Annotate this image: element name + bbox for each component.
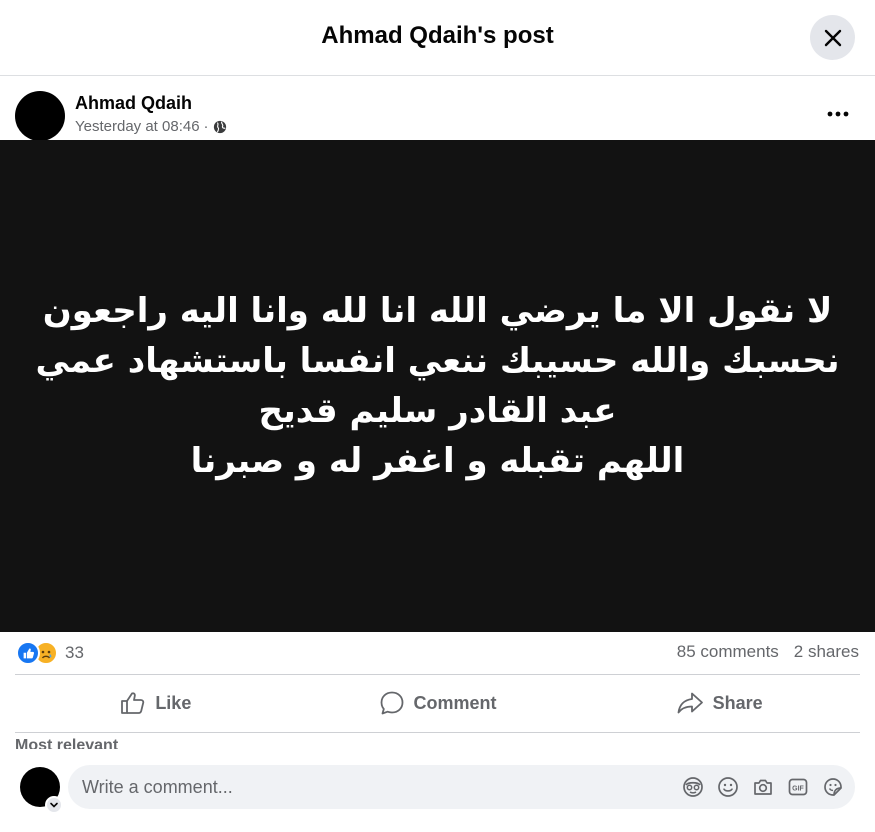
shares-count-link[interactable]: 2 shares xyxy=(794,642,859,662)
sticker-button[interactable] xyxy=(821,775,845,799)
gif-icon: GIF xyxy=(788,778,808,796)
comment-button[interactable]: Comment xyxy=(297,675,579,731)
svg-text:GIF: GIF xyxy=(792,786,804,793)
stats-right: 85 comments 2 shares xyxy=(677,642,859,662)
camera-icon xyxy=(754,779,772,795)
globe-icon[interactable] xyxy=(213,120,227,134)
dialog-header: Ahmad Qdaih's post xyxy=(0,0,875,76)
post-timestamp[interactable]: Yesterday at 08:46 xyxy=(75,118,200,135)
comment-input-container: GIF xyxy=(68,765,855,809)
sticker-icon xyxy=(824,778,842,796)
comment-input[interactable] xyxy=(82,765,662,809)
like-label: Like xyxy=(155,692,192,713)
share-icon xyxy=(677,692,703,714)
comment-sort-dropdown[interactable]: Most relevant xyxy=(15,737,118,749)
close-button[interactable] xyxy=(810,15,855,60)
composer-tools: GIF xyxy=(681,775,845,799)
emoji-button[interactable] xyxy=(716,775,740,799)
post-image[interactable]: لا نقول الا ما يرضي الله انا لله وانا ال… xyxy=(0,140,875,632)
like-button[interactable]: Like xyxy=(15,675,297,731)
more-options-button[interactable] xyxy=(818,100,858,128)
divider-bottom xyxy=(15,732,860,733)
post-actions: Like Comment Share xyxy=(15,675,860,731)
share-button[interactable]: Share xyxy=(578,675,860,731)
like-reaction-icon xyxy=(16,641,40,665)
avatar-sticker-button[interactable] xyxy=(681,775,705,799)
reaction-count: 33 xyxy=(65,643,84,662)
comment-composer: GIF xyxy=(0,752,875,832)
chevron-down-icon xyxy=(50,802,58,808)
post-meta: Yesterday at 08:46 · xyxy=(75,118,227,135)
reactions-summary[interactable]: 33 xyxy=(16,641,84,665)
share-label: Share xyxy=(712,692,763,713)
avatar-sticker-icon xyxy=(683,777,703,797)
like-icon xyxy=(121,692,145,714)
comment-icon xyxy=(380,691,403,715)
post-stats: 33 85 comments 2 shares xyxy=(0,632,875,674)
author-avatar[interactable] xyxy=(15,91,65,141)
author-name[interactable]: Ahmad Qdaih xyxy=(75,93,192,114)
image-text-line: لا نقول الا ما يرضي الله انا لله وانا ال… xyxy=(42,291,833,331)
meta-separator: · xyxy=(203,118,209,135)
post-header: Ahmad Qdaih Yesterday at 08:46 · xyxy=(0,76,875,141)
close-icon xyxy=(824,29,841,46)
image-text-line: عبد القادر سليم قديح xyxy=(258,391,617,431)
more-dots-icon xyxy=(827,111,849,117)
comment-sort-label: Most relevant xyxy=(15,737,119,749)
dialog-title: Ahmad Qdaih's post xyxy=(321,22,554,49)
profile-switch-button[interactable] xyxy=(45,796,63,814)
photo-button[interactable] xyxy=(751,775,775,799)
post-image-text: لا نقول الا ما يرضي الله انا لله وانا ال… xyxy=(35,286,839,486)
emoji-icon xyxy=(718,777,738,797)
gif-button[interactable]: GIF xyxy=(786,775,810,799)
comments-count-link[interactable]: 85 comments xyxy=(677,642,779,662)
image-text-line: اللهم تقبله و اغفر له و صبرنا xyxy=(190,441,685,481)
comment-label: Comment xyxy=(413,692,497,713)
image-text-line: نحسبك والله حسيبك ننعي انفسا باستشهاد عم… xyxy=(35,341,840,381)
